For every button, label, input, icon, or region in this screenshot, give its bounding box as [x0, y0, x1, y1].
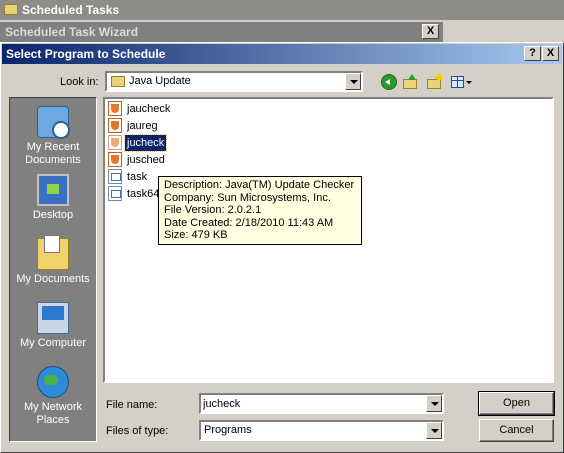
chevron-down-icon[interactable]: [426, 422, 442, 439]
file-name-label: File name:: [106, 399, 158, 411]
desktop-icon: [37, 174, 69, 206]
file-name: jaucheck: [127, 103, 171, 115]
up-one-level-icon[interactable]: [403, 74, 419, 90]
file-name: task: [127, 171, 148, 183]
place-label: My Computer: [19, 337, 87, 349]
place-label: My Network: [23, 401, 83, 413]
list-item[interactable]: task64: [108, 186, 161, 202]
places-bar: My Recent Documents Desktop My Documents…: [9, 97, 97, 442]
file-name: jusched: [127, 154, 165, 166]
cancel-button[interactable]: Cancel: [479, 419, 554, 442]
back-arrow-icon[interactable]: [381, 74, 397, 90]
dialog-title: Select Program to Schedule: [6, 47, 166, 61]
file-info-tooltip: Description: Java(TM) Update Checker Com…: [158, 176, 362, 245]
chevron-down-icon[interactable]: [345, 73, 361, 90]
new-folder-icon[interactable]: [427, 72, 444, 90]
look-in-label: Look in:: [60, 76, 99, 88]
java-icon: [108, 118, 122, 133]
place-desktop[interactable]: Desktop: [10, 174, 96, 222]
file-name-input[interactable]: [203, 396, 423, 411]
my-documents-icon: [37, 235, 69, 270]
network-places-icon: [37, 366, 69, 398]
help-button[interactable]: ?: [524, 46, 541, 61]
file-name: jaureg: [127, 120, 158, 132]
java-icon: [108, 152, 122, 167]
my-computer-icon: [37, 302, 69, 334]
program-icon: [108, 169, 122, 184]
place-label: Desktop: [32, 209, 74, 221]
tooltip-company: Company: Sun Microsystems, Inc.: [164, 191, 331, 204]
chevron-down-icon[interactable]: [426, 395, 442, 412]
tooltip-size: Size: 479 KB: [164, 229, 228, 241]
wizard-close-button[interactable]: X: [422, 24, 439, 39]
look-in-dropdown[interactable]: Java Update: [105, 71, 363, 92]
place-label: Places: [36, 414, 70, 426]
place-my-computer[interactable]: My Computer: [10, 302, 96, 350]
recent-documents-icon: [37, 106, 70, 139]
background-window-title-bar: Scheduled Tasks: [0, 0, 564, 20]
list-item-selected[interactable]: jucheck: [108, 134, 168, 152]
views-menu-icon[interactable]: [451, 74, 472, 90]
file-name: jucheck: [123, 134, 168, 152]
place-label: Documents: [25, 154, 81, 166]
wizard-title-bar: Scheduled Task Wizard: [0, 22, 443, 42]
place-my-documents[interactable]: My Documents: [10, 235, 96, 286]
list-item[interactable]: task: [108, 169, 149, 185]
files-of-type-label: Files of type:: [106, 425, 169, 437]
list-item[interactable]: jaucheck: [108, 101, 172, 117]
wizard-title: Scheduled Task Wizard: [5, 25, 139, 39]
tooltip-version: File Version: 2.0.2.1: [164, 204, 262, 216]
look-in-value: Java Update: [129, 75, 191, 87]
background-window-title: Scheduled Tasks: [22, 3, 120, 17]
program-icon: [108, 186, 122, 201]
place-my-network-places[interactable]: My Network Places: [10, 366, 96, 427]
file-name: task64: [127, 188, 160, 200]
java-icon: [108, 135, 122, 150]
tooltip-description: Description: Java(TM) Update Checker: [164, 179, 355, 191]
file-name-field[interactable]: [199, 393, 444, 414]
files-of-type-value: Programs: [204, 424, 252, 436]
close-button[interactable]: X: [542, 46, 559, 61]
dialog-title-bar: Select Program to Schedule: [2, 44, 562, 64]
place-my-recent-documents[interactable]: My Recent Documents: [10, 106, 96, 167]
folder-icon: [111, 76, 125, 87]
java-icon: [108, 101, 122, 116]
list-item[interactable]: jusched: [108, 152, 167, 168]
list-item[interactable]: jaureg: [108, 118, 160, 134]
open-button[interactable]: Open: [478, 391, 555, 416]
folder-icon: [4, 4, 18, 15]
place-label: My Recent: [26, 141, 80, 153]
place-label: My Documents: [16, 273, 90, 285]
tooltip-date-created: Date Created: 2/18/2010 11:43 AM: [164, 216, 334, 229]
files-of-type-dropdown[interactable]: Programs: [199, 420, 444, 441]
